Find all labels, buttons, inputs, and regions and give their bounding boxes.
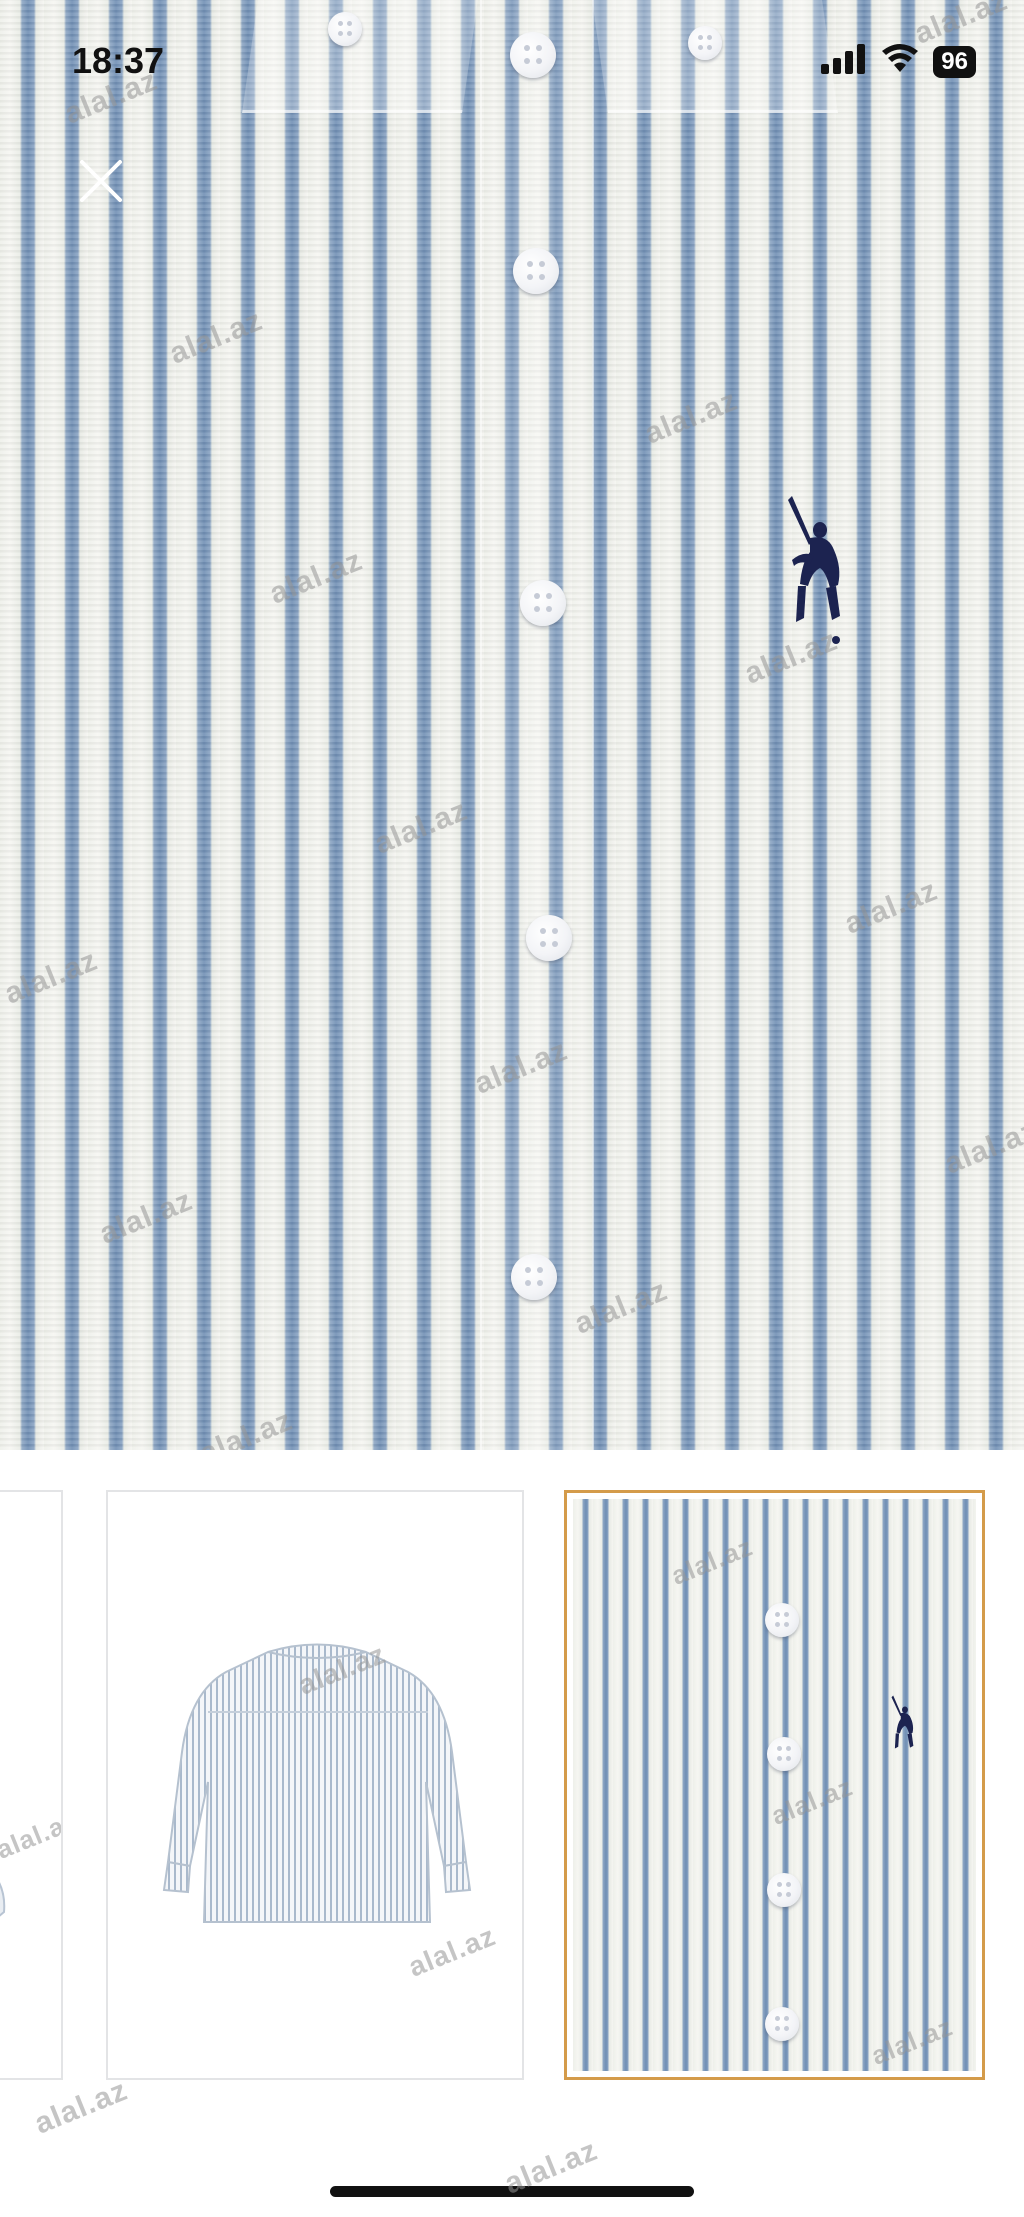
close-icon xyxy=(80,160,122,202)
shirt-sleeve-image xyxy=(0,1882,6,1917)
watermark: alal.az xyxy=(165,303,268,371)
status-icons: 96 xyxy=(821,44,976,79)
watermark: alal.az xyxy=(195,1403,298,1450)
main-product-image[interactable]: alal.az alal.az alal.az alal.az alal.az … xyxy=(0,0,1024,1450)
fabric-closeup-image xyxy=(573,1499,976,2071)
polo-player-logo-icon xyxy=(889,1693,918,1762)
close-button[interactable] xyxy=(72,152,132,212)
watermark: alal.az xyxy=(370,793,473,861)
watermark: alal.az xyxy=(30,2073,133,2141)
thumbnail-shirt-back-view[interactable]: alal.az alal.az xyxy=(106,1490,524,2080)
wifi-icon xyxy=(881,44,919,79)
shirt-button xyxy=(513,248,559,294)
collar-button xyxy=(328,12,362,46)
shirt-placket xyxy=(480,0,594,1450)
shirt-button xyxy=(765,1603,799,1637)
status-time: 18:37 xyxy=(72,40,165,81)
collar-button xyxy=(688,26,722,60)
shirt-button xyxy=(511,1254,557,1300)
shirt-collar-left xyxy=(242,0,478,113)
watermark: alal.az xyxy=(940,1113,1024,1181)
watermark: alal.az xyxy=(95,1183,198,1251)
cellular-signal-icon xyxy=(821,44,867,79)
watermark: alal.az xyxy=(640,383,743,451)
shirt-button xyxy=(526,915,572,961)
shirt-button xyxy=(510,32,556,78)
shirt-back-image xyxy=(162,1643,472,1923)
watermark: alal.az xyxy=(265,543,368,611)
watermark: alal.az xyxy=(0,943,103,1011)
battery-indicator: 96 xyxy=(933,45,976,78)
thumbnail-fabric-closeup[interactable]: alal.az alal.az alal.az xyxy=(564,1490,985,2080)
shirt-button xyxy=(767,1737,801,1771)
shirt-button xyxy=(520,580,566,626)
watermark: alal.az xyxy=(840,873,943,941)
thumbnail-partial-view[interactable]: alal.az xyxy=(0,1490,63,2080)
shirt-button xyxy=(767,1873,801,1907)
shirt-button xyxy=(765,2007,799,2041)
